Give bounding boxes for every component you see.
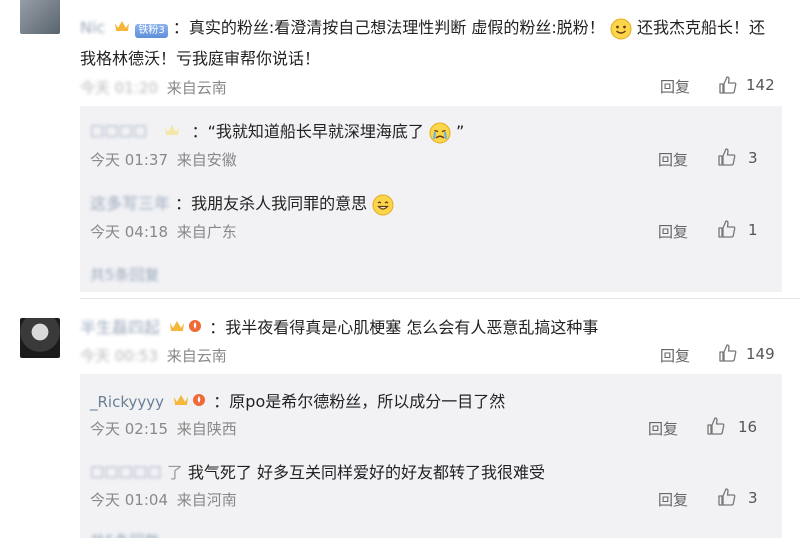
crown-icon [169, 318, 185, 332]
reply-text: ：“我就知道船长早就深埋海底了 [191, 122, 424, 141]
comment-text: ：真实的粉丝:看澄清按自己想法理性判断 虚假的粉丝:脱粉！ [172, 18, 605, 37]
avatar[interactable] [20, 318, 60, 358]
comment-2-header: 半生磊四起 ：我半夜看得真是心肌梗塞 怎么会有人恶意乱搞这种事 [80, 314, 598, 338]
thumbs-up-icon [706, 416, 726, 436]
avatar[interactable] [20, 0, 60, 34]
location: 来自陕西 [176, 420, 237, 438]
like-button[interactable] [706, 416, 726, 440]
reply-text-end: ” [456, 122, 465, 141]
reply-button[interactable]: 回复 [660, 345, 690, 366]
username[interactable]: Nic [80, 18, 105, 37]
like-count: 16 [738, 418, 758, 436]
comment-1-meta: 今天 01:20 来自云南 [80, 77, 227, 98]
thumbs-up-icon [717, 219, 737, 239]
like-button[interactable] [717, 487, 737, 511]
thumbs-up-icon [717, 487, 737, 507]
reply-text: ：我朋友杀人我同罪的意思 [175, 194, 368, 213]
like-count: 1 [748, 221, 758, 239]
location: 来自广东 [176, 223, 237, 241]
like-button[interactable] [718, 343, 738, 367]
thumbs-up-icon [717, 147, 737, 167]
comment-text-line2: 我格林德沃！亏我庭审帮你说话！ [80, 49, 321, 68]
like-button[interactable] [717, 147, 737, 171]
username[interactable]: 半生磊四起 [80, 318, 160, 337]
like-count: 149 [746, 345, 775, 363]
reply-1-meta: 今天 01:37 来自安徽 [90, 149, 237, 170]
timestamp: 今天 01:04 [90, 491, 168, 509]
fire-badge-icon [192, 392, 208, 406]
username[interactable]: _Rickyyyy [90, 393, 164, 411]
crown-icon [173, 392, 189, 406]
like-count: 3 [748, 149, 758, 167]
reply-1: ☐☐☐☐ ：“我就知道船长早就深埋海底了 ” [90, 118, 464, 144]
thumbs-up-icon [718, 75, 738, 95]
comment-1-line2: 我格林德沃！亏我庭审帮你说话！ [80, 45, 320, 69]
reply-text: 我气死了 好多互关同样爱好的好友都转了我很难受 [187, 463, 546, 482]
reply-text-prefix: 了 [166, 463, 183, 482]
location: 来自安徽 [176, 151, 237, 169]
like-count: 3 [748, 489, 758, 507]
reply-2-meta: 今天 04:18 来自广东 [90, 221, 237, 242]
comment-list: Nic 铁粉3 ：真实的粉丝:看澄清按自己想法理性判断 虚假的粉丝:脱粉！ 还我… [0, 0, 800, 538]
comment-2-meta: 今天 00:53 来自云南 [80, 345, 227, 366]
reply-4-meta: 今天 01:04 来自河南 [90, 489, 237, 510]
reply-2: 这多写三年 ：我朋友杀人我同罪的意思 [90, 190, 394, 216]
reply-4: ☐☐☐☐☐ 了 我气死了 好多互关同样爱好的好友都转了我很难受 [90, 459, 545, 483]
reply-3-meta: 今天 02:15 来自陕西 [90, 418, 237, 439]
timestamp: 今天 02:15 [90, 420, 168, 438]
comment-1-header: Nic 铁粉3 ：真实的粉丝:看澄清按自己想法理性判断 虚假的粉丝:脱粉！ 还我… [80, 14, 765, 40]
thumbs-up-icon [718, 343, 738, 363]
crying-emoji-icon [429, 122, 451, 144]
reply-button[interactable]: 回复 [658, 221, 688, 242]
reply-button[interactable]: 回复 [658, 149, 688, 170]
reply-button[interactable]: 回复 [658, 489, 688, 510]
grin-emoji-icon [372, 194, 394, 216]
fan-badge: 铁粉3 [135, 24, 168, 38]
comment-text: ：我半夜看得真是心肌梗塞 怎么会有人恶意乱搞这种事 [209, 318, 599, 337]
reply-3: _Rickyyyy ：原po是希尔德粉丝，所以成分一目了然 [90, 388, 505, 412]
like-count: 142 [746, 76, 775, 94]
crown-icon [114, 18, 130, 32]
reply-button[interactable]: 回复 [660, 76, 690, 97]
location: 来自河南 [176, 491, 237, 509]
crown-icon [164, 122, 180, 136]
fire-badge-icon [188, 318, 204, 332]
username[interactable]: ☐☐☐☐ [90, 122, 147, 141]
username[interactable]: ☐☐☐☐☐ [90, 463, 162, 482]
divider [80, 298, 800, 299]
timestamp: 今天 00:53 [80, 347, 158, 365]
more-replies-link[interactable]: 共5条回复 [90, 264, 160, 285]
timestamp: 今天 01:37 [90, 151, 168, 169]
reply-button[interactable]: 回复 [648, 418, 678, 439]
like-button[interactable] [717, 219, 737, 243]
timestamp: 今天 04:18 [90, 223, 168, 241]
more-replies-link[interactable]: 共5条回复 [90, 530, 160, 538]
comment-text-cont: 还我杰克船长！还 [636, 18, 765, 37]
timestamp: 今天 01:20 [80, 79, 158, 97]
location: 来自云南 [166, 347, 227, 365]
location: 来自云南 [166, 79, 227, 97]
smile-emoji-icon [610, 18, 632, 40]
reply-text: ：原po是希尔德粉丝，所以成分一目了然 [213, 392, 506, 411]
like-button[interactable] [718, 75, 738, 99]
username[interactable]: 这多写三年 [90, 194, 170, 213]
